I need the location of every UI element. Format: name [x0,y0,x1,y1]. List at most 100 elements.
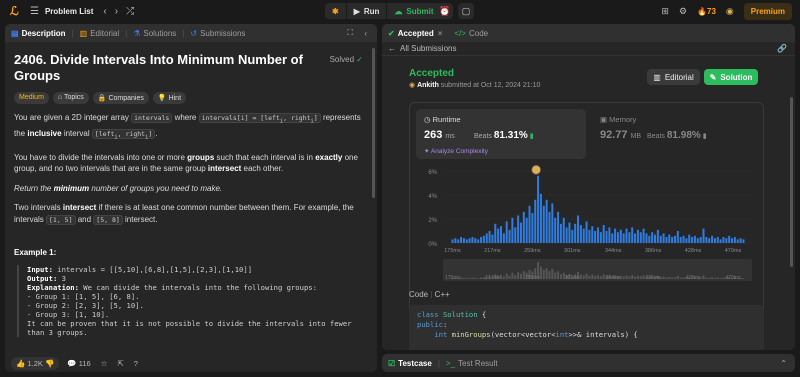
problem-title: 2406. Divide Intervals Into Minimum Numb… [14,52,303,83]
all-submissions-label: All Submissions [400,44,457,53]
runtime-card[interactable]: ◷ Runtime 263 ms Beats 81.31% ▮ ✦ Analyz… [416,109,586,159]
problem-list-icon[interactable]: ☰ [30,6,39,17]
companies-tag[interactable]: 🔒 Companies [92,92,149,104]
bar [485,233,488,243]
x-tick-label: 344ms [605,248,622,254]
scrollbar[interactable] [790,97,793,267]
scrollbar[interactable] [372,48,375,198]
analyze-complexity-link[interactable]: ✦ Analyze Complexity [424,147,488,155]
debug-icon[interactable]: ✱ [325,3,346,19]
editorial-button[interactable]: ▥ Editorial [647,69,700,85]
bar [716,237,719,243]
tab-accepted[interactable]: ✔ Accepted × [382,29,448,38]
bar [565,227,568,243]
bar [571,229,574,243]
overview-bar [465,278,468,279]
overview-bar [539,266,542,279]
help-icon[interactable]: ? [134,359,138,368]
star-icon[interactable]: ☆ [101,359,108,368]
leetcode-logo-icon[interactable]: ℒ [10,5,22,17]
tab-editorial[interactable]: ▥ Editorial [74,29,125,38]
code-part: ] [148,129,153,138]
example-label: Output: [27,274,58,284]
bar [673,235,676,243]
overview-bar [517,272,520,279]
settings-gear-icon[interactable]: ⚙ [679,6,687,17]
tab-testcase[interactable]: ☑ Testcase [382,359,438,368]
bar [622,233,625,243]
submit-button[interactable]: ☁ Submit [387,3,440,19]
bar [654,234,657,243]
layout-grid-icon[interactable]: ⊞ [661,6,669,17]
bar [711,235,714,243]
tab-test-result[interactable]: >_ Test Result [440,359,504,368]
tab-description[interactable]: ▤ Description [5,29,72,38]
bar [696,238,699,243]
testcase-tabbar: ☑ Testcase | >_ Test Result ⌃ [382,354,795,372]
topics-label: Topics [63,94,84,101]
tab-solutions[interactable]: ⚗ Solutions [127,29,182,38]
memory-title[interactable]: ▣ Memory [600,115,636,124]
overview-bar [462,277,465,279]
problem-list-link[interactable]: Problem List [45,7,93,16]
bar [551,203,554,243]
alarm-icon[interactable]: ⏰ [437,3,453,19]
runtime-distribution-chart[interactable]: 6% 4% 2% 0% 175ms 217ms 259ms 301ms 344ms 386ms 42… [410,163,765,329]
bar [534,199,537,243]
solution-button[interactable]: ✎ Solution [704,69,758,85]
notes-icon[interactable]: ▢ [458,3,474,19]
share-icon[interactable]: ⇱ [117,359,123,368]
run-button[interactable]: ▶ Run [345,3,388,19]
bar [451,239,454,243]
bar [511,217,514,243]
comments-button[interactable]: 💬 116 [67,359,90,368]
collapse-icon[interactable]: ‹ [364,29,367,38]
link-icon[interactable]: 🔗 [777,44,787,53]
expand-icon[interactable]: ⌃ [780,359,787,368]
bar [491,234,494,243]
current-runtime-marker [531,164,542,175]
tab-code[interactable]: </> Code [448,29,494,38]
example-label: Explanation: [27,283,79,293]
description-paragraph-4: Two intervals intersect if there is at l… [14,202,363,226]
bar [591,226,594,243]
bar [488,231,491,243]
overview-bar [716,277,719,279]
submission-panel: ✔ Accepted × </> Code ← All Submissions 🔗 Acc… [382,24,795,350]
bar [639,232,642,243]
streak-counter[interactable]: 🔥73 [697,7,716,16]
tab-description-label: Description [21,28,66,38]
difficulty-badge[interactable]: Medium [14,92,49,104]
hint-tag[interactable]: 💡 Hint [152,92,187,104]
companies-label: Companies [108,95,144,102]
bar [494,223,497,243]
maximize-icon[interactable]: ⛶ [347,28,353,38]
like-button[interactable]: 👍 1.2K 👎 [11,356,60,370]
overview-bar [679,277,682,279]
avatar[interactable]: ◉ [726,6,734,17]
bar [614,228,617,243]
author-name[interactable]: Ankith [417,82,439,89]
example-explanation: We can divide the intervals into the fol… [78,283,317,293]
overview-tick-label: 470ms [725,275,741,281]
tab-submissions[interactable]: ↺ Submissions [184,29,251,38]
premium-button[interactable]: Premium [743,2,792,20]
bar [482,235,485,243]
code-part: , right [117,129,146,138]
overview-bar [582,275,585,279]
bold-text: groups [187,152,215,162]
bar [619,229,622,243]
overview-bar [702,275,705,279]
overview-bar [502,276,505,279]
chevron-right-icon[interactable]: › [115,6,118,17]
all-submissions-link[interactable]: ← All Submissions 🔗 [382,42,795,56]
overview-bar [662,276,665,279]
close-icon[interactable]: × [438,29,443,38]
problem-content: 2406. Divide Intervals Into Minimum Numb… [5,42,371,354]
topics-tag[interactable]: ⌂ Topics [52,92,89,104]
bar [588,229,591,243]
description-paragraph-3: Return the minimum number of groups you … [14,183,363,195]
shuffle-icon[interactable]: ⤮ [126,6,134,17]
chevron-left-icon[interactable]: ‹ [103,6,106,17]
code-part: ] [313,114,318,122]
